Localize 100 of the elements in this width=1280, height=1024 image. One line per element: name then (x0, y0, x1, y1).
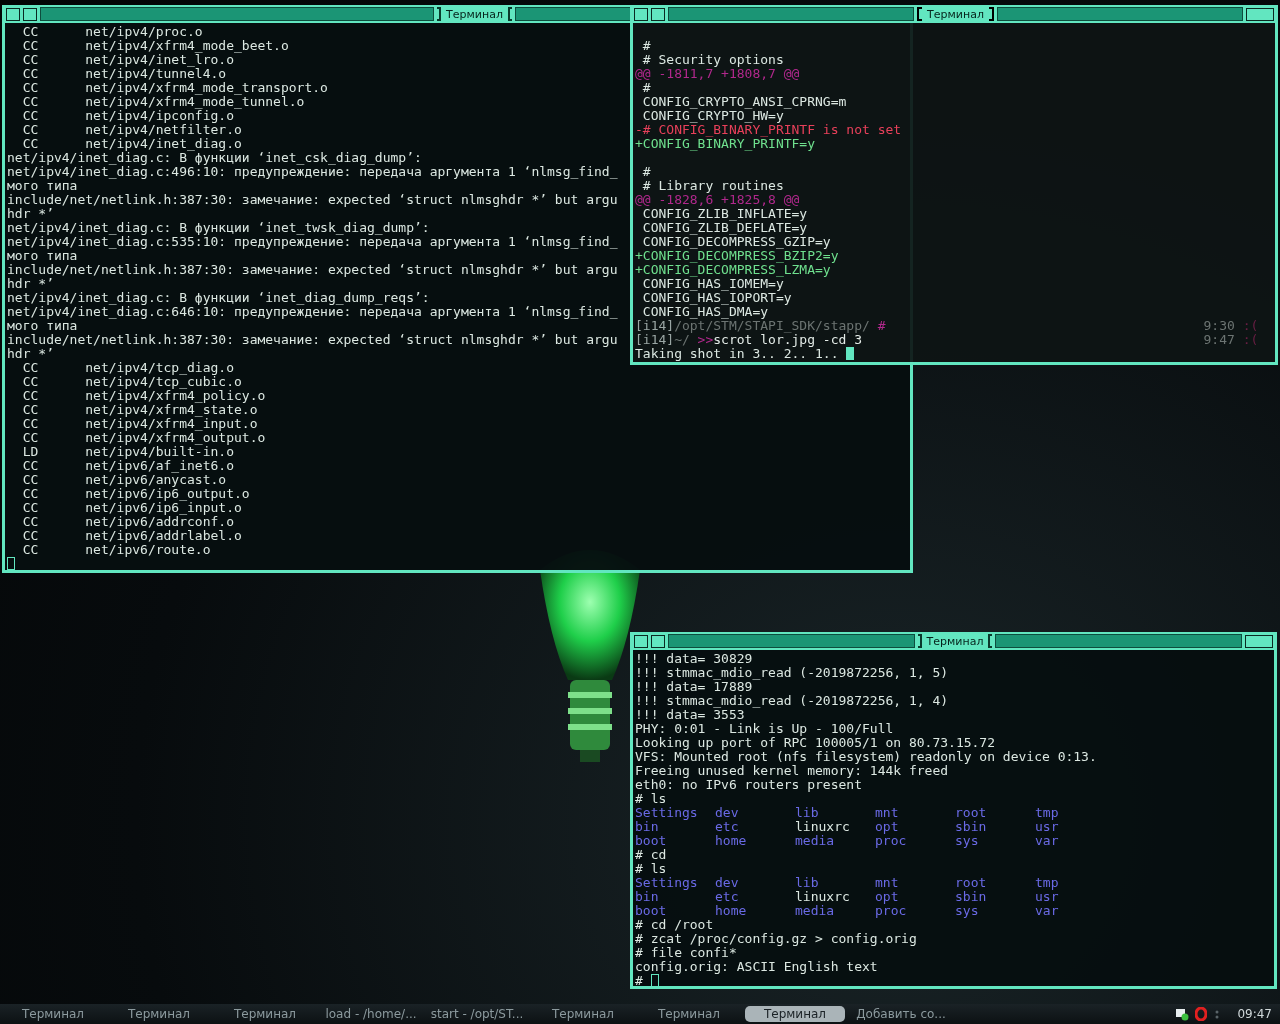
terminal-line: мого типа (7, 179, 78, 193)
terminal-line: # ls (635, 862, 667, 876)
terminal-line: net/ipv4/inet_diag.c: В функции ‘inet_csk_diag_dump’: (7, 151, 422, 165)
file-name: linuxrc (795, 819, 850, 834)
taskbar-item[interactable]: Добавить со... (851, 1006, 951, 1022)
terminal-line: net/ipv4/inet_diag.c:496:10: предупреждение: передача аргумента 1 ‘nlmsg_find_ (7, 165, 618, 179)
terminal-line: CC net/ipv6/addrconf.o (21, 515, 234, 529)
terminal-line: LD net/ipv4/built-in.o (21, 445, 234, 459)
directory-name: sbin (955, 889, 987, 904)
terminal-line: +CONFIG_DECOMPRESS_LZMA=y (635, 263, 831, 277)
directory-name: mnt (875, 805, 899, 820)
terminal-line: hdr *’ (7, 277, 54, 291)
terminal-line: # (641, 81, 651, 95)
terminal-line: +CONFIG_DECOMPRESS_BZIP2=y (635, 249, 839, 263)
taskbar-item[interactable]: Терминал (533, 1006, 633, 1022)
directory-name: boot (635, 833, 667, 848)
terminal-line: Taking shot in 3.. 2.. 1.. (635, 347, 840, 361)
terminal-line: # file confi* (635, 946, 737, 960)
terminal-line: CONFIG_ZLIB_DEFLATE=y (641, 221, 808, 235)
terminal-line: CONFIG_ZLIB_INFLATE=y (641, 207, 808, 221)
taskbar-item[interactable]: Терминал (745, 1006, 845, 1022)
terminal-line: CC net/ipv4/netfilter.o (21, 123, 242, 137)
terminal-line: # Library routines (641, 179, 784, 193)
directory-name: proc (875, 903, 907, 918)
terminal-line: CONFIG_CRYPTO_ANSI_CPRNG=m (641, 95, 847, 109)
terminal-line: @@ -1811,7 +1808,7 @@ (635, 67, 800, 81)
terminal-line: CC net/ipv4/xfrm4_mode_transport.o (21, 81, 328, 95)
terminal-line: # cd (635, 848, 667, 862)
prompt-mood: :( (1242, 333, 1259, 347)
prompt-time: 9:47 (1203, 333, 1235, 347)
directory-name: sbin (955, 819, 987, 834)
directory-name: opt (875, 819, 899, 834)
terminal-line: CC net/ipv4/xfrm4_mode_beet.o (21, 39, 289, 53)
terminal-line: Looking up port of RPC 100005/1 on 80.73.15.72 (635, 736, 996, 750)
terminal-line: -# CONFIG_BINARY_PRINTF is not set (635, 123, 902, 137)
terminal-line: # (641, 165, 651, 179)
directory-name: lib (795, 875, 819, 890)
taskbar-item[interactable]: Терминал (109, 1006, 209, 1022)
directory-name: var (1035, 833, 1059, 848)
terminal-line: CC net/ipv6/ip6_output.o (21, 487, 250, 501)
terminal-line: CC net/ipv4/xfrm4_input.o (21, 417, 258, 431)
terminal-line: !!! stmmac_mdio_read (-2019872256, 1, 4) (635, 694, 949, 708)
terminal-line: # zcat /proc/config.gz > config.orig (635, 932, 917, 946)
directory-name: Settings (635, 875, 698, 890)
terminal-line: include/net/netlink.h:387:30: замечание: expected ‘struct nlmsghdr *’ but argu (7, 333, 618, 347)
taskbar-item[interactable]: Терминал (639, 1006, 739, 1022)
prompt-host: [i14] (635, 319, 675, 333)
window-title: Терминал (445, 7, 504, 21)
prompt-path: ~/ (674, 333, 690, 347)
directory-name: media (795, 833, 835, 848)
directory-name: var (1035, 903, 1059, 918)
terminal-line: CC net/ipv6/af_inet6.o (21, 459, 234, 473)
directory-name: media (795, 903, 835, 918)
terminal-line: CONFIG_HAS_IOMEM=y (642, 277, 784, 291)
directory-name: dev (715, 875, 739, 890)
terminal-line: +CONFIG_BINARY_PRINTF=y (635, 137, 815, 151)
terminal-line: CC net/ipv4/tcp_cubic.o (21, 375, 242, 389)
directory-name: home (715, 903, 747, 918)
terminal-line: config.orig: ASCII English text (635, 960, 878, 974)
terminal-line: CC net/ipv6/route.o (21, 543, 211, 557)
terminal-line: @@ -1828,6 +1825,8 @@ (635, 193, 800, 207)
terminal-line: !!! data= 17889 (635, 680, 753, 694)
file-name: linuxrc (795, 889, 850, 904)
terminal-line: CC net/ipv4/tcp_diag.o (21, 361, 234, 375)
directory-name: dev (715, 805, 739, 820)
directory-name: tmp (1035, 805, 1059, 820)
terminal-line: CONFIG_HAS_IOPORT=y (641, 291, 792, 305)
directory-name: bin (635, 819, 659, 834)
terminal-line: CC net/ipv6/ip6_input.o (21, 501, 242, 515)
directory-name: boot (635, 903, 667, 918)
terminal-line: CC net/ipv4/tunnel4.o (21, 67, 227, 81)
terminal-line: # (641, 39, 651, 53)
taskbar-item[interactable]: Терминал (215, 1006, 315, 1022)
directory-name: lib (795, 805, 819, 820)
terminal-line: CONFIG_CRYPTO_HW=y (641, 109, 784, 123)
directory-name: opt (875, 889, 899, 904)
terminal-line: CC net/ipv4/ipconfig.o (21, 109, 234, 123)
taskbar-item[interactable]: load - /home/... (321, 1006, 421, 1022)
terminal-line: # Security options (641, 53, 784, 67)
terminal-line: !!! data= 3553 (635, 708, 745, 722)
terminal-line: net/ipv4/inet_diag.c: В функции ‘inet_twsk_diag_dump’: (7, 221, 430, 235)
terminal-line: мого типа (7, 319, 78, 333)
directory-name: proc (875, 833, 907, 848)
taskbar-item[interactable]: start - /opt/ST... (427, 1006, 527, 1022)
taskbar-item[interactable]: Терминал (3, 1006, 103, 1022)
terminal-line: PHY: 0:01 - Link is Up - 100/Full (635, 722, 894, 736)
terminal-line: CC net/ipv4/xfrm4_policy.o (21, 389, 266, 403)
terminal-line: net/ipv4/inet_diag.c:535:10: предупреждение: передача аргумента 1 ‘nlmsg_find_ (7, 235, 618, 249)
prompt-host: [i14] (635, 333, 675, 347)
terminal-line: CC net/ipv4/proc.o (21, 25, 203, 39)
terminal-line: net/ipv4/inet_diag.c:646:10: предупреждение: передача аргумента 1 ‘nlmsg_find_ (7, 305, 618, 319)
command-text: scrot lor.jpg -cd 3 (713, 333, 862, 347)
directory-name: sys (955, 833, 979, 848)
directory-name: Settings (635, 805, 698, 820)
terminal-line: eth0: no IPv6 routers present (635, 778, 862, 792)
prompt-sign: >> (697, 333, 714, 347)
terminal-line: # ls (635, 792, 667, 806)
terminal-line: !!! data= 30829 (635, 652, 753, 666)
directory-name: sys (955, 903, 979, 918)
terminal-line: # cd /root (635, 918, 714, 932)
